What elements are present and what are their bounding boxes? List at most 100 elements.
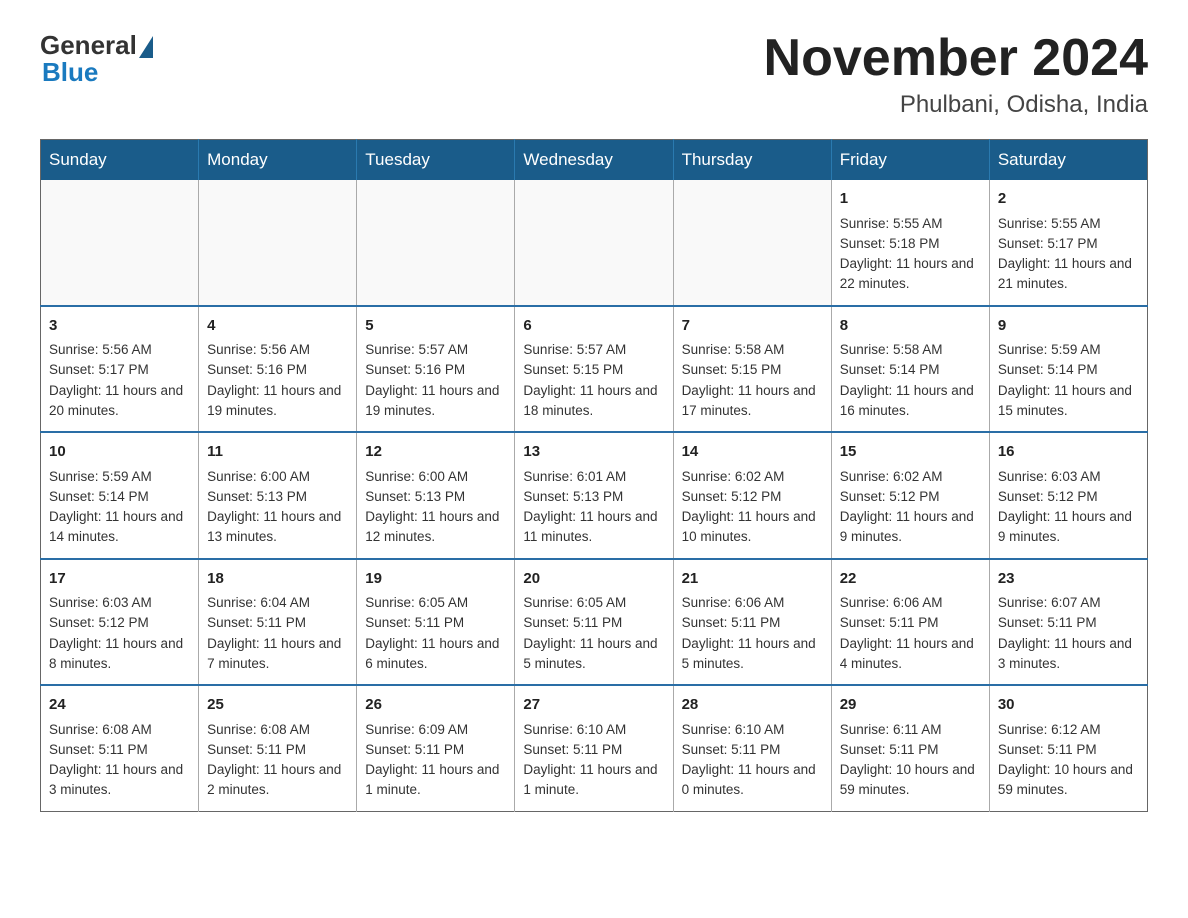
day-number: 2	[998, 188, 1139, 211]
day-info-text: Daylight: 11 hours and 1 minute.	[523, 760, 664, 801]
day-info-text: Sunset: 5:14 PM	[49, 487, 190, 507]
calendar-week-row: 17Sunrise: 6:03 AMSunset: 5:12 PMDayligh…	[41, 559, 1148, 686]
calendar-day-cell: 17Sunrise: 6:03 AMSunset: 5:12 PMDayligh…	[41, 559, 199, 686]
day-of-week-header: Sunday	[41, 140, 199, 181]
day-info-text: Daylight: 11 hours and 8 minutes.	[49, 634, 190, 675]
calendar-day-cell: 13Sunrise: 6:01 AMSunset: 5:13 PMDayligh…	[515, 432, 673, 559]
day-info-text: Daylight: 10 hours and 59 minutes.	[840, 760, 981, 801]
calendar-day-cell	[673, 180, 831, 306]
day-info-text: Sunset: 5:11 PM	[49, 740, 190, 760]
day-info-text: Sunset: 5:11 PM	[682, 740, 823, 760]
calendar-day-cell: 26Sunrise: 6:09 AMSunset: 5:11 PMDayligh…	[357, 685, 515, 811]
calendar-day-cell: 2Sunrise: 5:55 AMSunset: 5:17 PMDaylight…	[989, 180, 1147, 306]
day-info-text: Daylight: 11 hours and 9 minutes.	[998, 507, 1139, 548]
day-info-text: Sunrise: 6:06 AM	[682, 593, 823, 613]
calendar-day-cell: 24Sunrise: 6:08 AMSunset: 5:11 PMDayligh…	[41, 685, 199, 811]
day-info-text: Daylight: 11 hours and 10 minutes.	[682, 507, 823, 548]
calendar-day-cell: 12Sunrise: 6:00 AMSunset: 5:13 PMDayligh…	[357, 432, 515, 559]
day-number: 30	[998, 694, 1139, 717]
day-info-text: Daylight: 10 hours and 59 minutes.	[998, 760, 1139, 801]
calendar-week-row: 24Sunrise: 6:08 AMSunset: 5:11 PMDayligh…	[41, 685, 1148, 811]
calendar-day-cell: 29Sunrise: 6:11 AMSunset: 5:11 PMDayligh…	[831, 685, 989, 811]
day-info-text: Sunset: 5:12 PM	[49, 613, 190, 633]
day-info-text: Sunset: 5:11 PM	[207, 740, 348, 760]
day-info-text: Sunset: 5:11 PM	[365, 613, 506, 633]
day-info-text: Daylight: 11 hours and 20 minutes.	[49, 381, 190, 422]
calendar-table: SundayMondayTuesdayWednesdayThursdayFrid…	[40, 139, 1148, 812]
day-info-text: Sunrise: 6:12 AM	[998, 720, 1139, 740]
calendar-day-cell: 15Sunrise: 6:02 AMSunset: 5:12 PMDayligh…	[831, 432, 989, 559]
day-number: 14	[682, 441, 823, 464]
day-info-text: Sunrise: 5:58 AM	[682, 340, 823, 360]
day-info-text: Sunrise: 6:10 AM	[523, 720, 664, 740]
day-info-text: Sunset: 5:11 PM	[365, 740, 506, 760]
day-info-text: Daylight: 11 hours and 7 minutes.	[207, 634, 348, 675]
day-number: 17	[49, 568, 190, 591]
calendar-day-cell	[41, 180, 199, 306]
day-info-text: Daylight: 11 hours and 16 minutes.	[840, 381, 981, 422]
day-info-text: Daylight: 11 hours and 6 minutes.	[365, 634, 506, 675]
day-info-text: Sunrise: 6:03 AM	[49, 593, 190, 613]
day-info-text: Sunset: 5:11 PM	[840, 613, 981, 633]
day-number: 22	[840, 568, 981, 591]
day-info-text: Sunset: 5:13 PM	[207, 487, 348, 507]
day-info-text: Sunset: 5:11 PM	[682, 613, 823, 633]
day-info-text: Sunrise: 6:08 AM	[49, 720, 190, 740]
day-info-text: Sunrise: 6:03 AM	[998, 467, 1139, 487]
day-info-text: Sunset: 5:14 PM	[840, 360, 981, 380]
day-info-text: Daylight: 11 hours and 15 minutes.	[998, 381, 1139, 422]
day-number: 1	[840, 188, 981, 211]
day-info-text: Sunrise: 6:11 AM	[840, 720, 981, 740]
day-number: 5	[365, 315, 506, 338]
day-info-text: Sunrise: 6:05 AM	[365, 593, 506, 613]
day-info-text: Sunset: 5:11 PM	[998, 613, 1139, 633]
calendar-day-cell: 9Sunrise: 5:59 AMSunset: 5:14 PMDaylight…	[989, 306, 1147, 433]
day-info-text: Sunrise: 5:55 AM	[840, 214, 981, 234]
calendar-day-cell: 20Sunrise: 6:05 AMSunset: 5:11 PMDayligh…	[515, 559, 673, 686]
day-info-text: Daylight: 11 hours and 1 minute.	[365, 760, 506, 801]
day-info-text: Sunset: 5:12 PM	[840, 487, 981, 507]
day-number: 6	[523, 315, 664, 338]
day-info-text: Daylight: 11 hours and 13 minutes.	[207, 507, 348, 548]
day-info-text: Daylight: 11 hours and 12 minutes.	[365, 507, 506, 548]
day-info-text: Sunrise: 6:02 AM	[840, 467, 981, 487]
day-number: 20	[523, 568, 664, 591]
calendar-day-cell	[357, 180, 515, 306]
calendar-day-cell: 11Sunrise: 6:00 AMSunset: 5:13 PMDayligh…	[199, 432, 357, 559]
day-info-text: Daylight: 11 hours and 2 minutes.	[207, 760, 348, 801]
day-info-text: Sunset: 5:16 PM	[207, 360, 348, 380]
day-number: 27	[523, 694, 664, 717]
day-of-week-header: Tuesday	[357, 140, 515, 181]
day-info-text: Sunrise: 5:59 AM	[998, 340, 1139, 360]
day-info-text: Sunrise: 6:00 AM	[207, 467, 348, 487]
day-info-text: Sunrise: 6:06 AM	[840, 593, 981, 613]
day-info-text: Daylight: 11 hours and 3 minutes.	[49, 760, 190, 801]
day-number: 16	[998, 441, 1139, 464]
calendar-day-cell: 8Sunrise: 5:58 AMSunset: 5:14 PMDaylight…	[831, 306, 989, 433]
calendar-day-cell: 19Sunrise: 6:05 AMSunset: 5:11 PMDayligh…	[357, 559, 515, 686]
day-info-text: Sunrise: 6:02 AM	[682, 467, 823, 487]
day-number: 13	[523, 441, 664, 464]
day-info-text: Sunrise: 6:07 AM	[998, 593, 1139, 613]
calendar-day-cell: 3Sunrise: 5:56 AMSunset: 5:17 PMDaylight…	[41, 306, 199, 433]
day-info-text: Daylight: 11 hours and 18 minutes.	[523, 381, 664, 422]
day-info-text: Sunset: 5:12 PM	[998, 487, 1139, 507]
day-info-text: Daylight: 11 hours and 21 minutes.	[998, 254, 1139, 295]
day-info-text: Daylight: 11 hours and 3 minutes.	[998, 634, 1139, 675]
calendar-day-cell: 30Sunrise: 6:12 AMSunset: 5:11 PMDayligh…	[989, 685, 1147, 811]
day-number: 15	[840, 441, 981, 464]
day-info-text: Sunrise: 5:58 AM	[840, 340, 981, 360]
day-number: 21	[682, 568, 823, 591]
day-info-text: Daylight: 11 hours and 19 minutes.	[207, 381, 348, 422]
month-title: November 2024	[764, 30, 1148, 87]
day-info-text: Daylight: 11 hours and 14 minutes.	[49, 507, 190, 548]
day-number: 4	[207, 315, 348, 338]
calendar-week-row: 3Sunrise: 5:56 AMSunset: 5:17 PMDaylight…	[41, 306, 1148, 433]
day-info-text: Sunset: 5:17 PM	[49, 360, 190, 380]
day-info-text: Sunset: 5:16 PM	[365, 360, 506, 380]
day-info-text: Sunrise: 5:56 AM	[49, 340, 190, 360]
day-number: 3	[49, 315, 190, 338]
day-info-text: Sunset: 5:18 PM	[840, 234, 981, 254]
day-info-text: Sunset: 5:17 PM	[998, 234, 1139, 254]
day-number: 7	[682, 315, 823, 338]
